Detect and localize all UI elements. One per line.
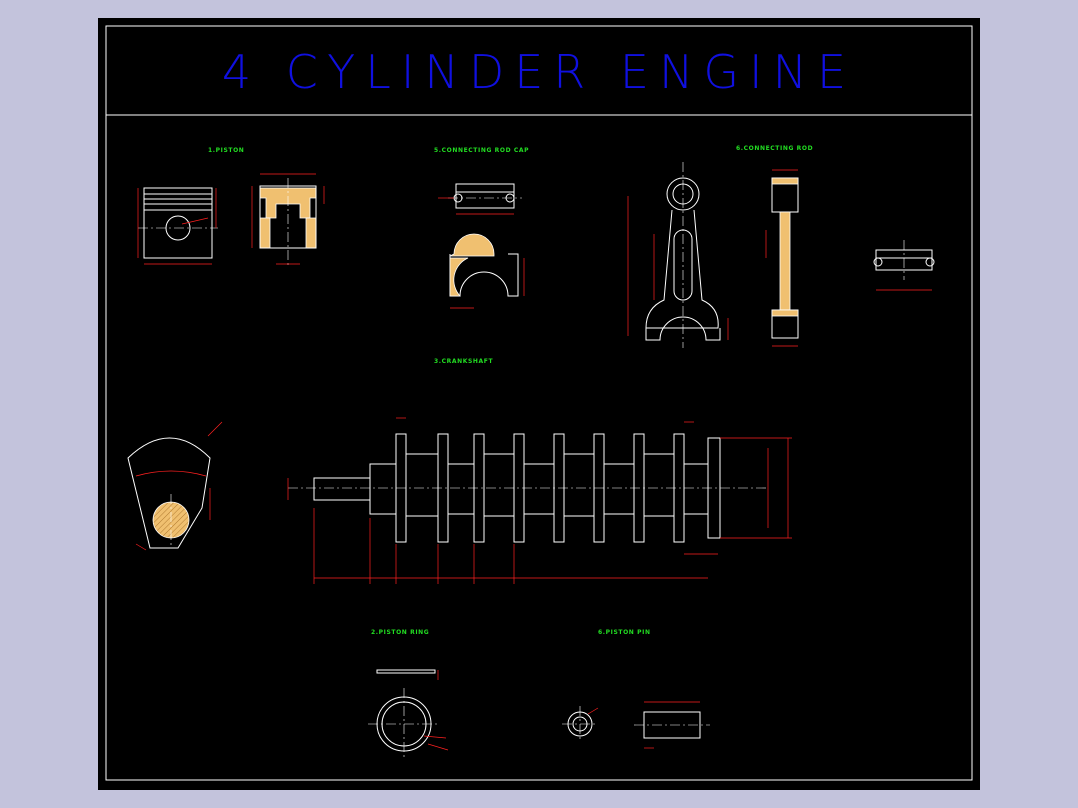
label-crankshaft: 3.CRANKSHAFT [434, 358, 493, 365]
label-piston: 1.PISTON [208, 147, 244, 154]
piston-ring-views [368, 669, 449, 760]
crankshaft-side-view [287, 417, 792, 584]
label-connecting-rod: 6.CONNECTING ROD [736, 145, 813, 152]
drawing-title: 4 CYLINDER ENGINE [222, 45, 856, 99]
piston-front-view [137, 187, 218, 265]
label-connecting-rod-cap: 5.CONNECTING ROD CAP [434, 147, 529, 154]
connecting-rod-bolt-view [873, 240, 935, 291]
piston-pin-views [562, 701, 710, 749]
outer-border [105, 25, 973, 781]
connecting-rod-side-view [765, 169, 799, 347]
rod-cap-top-view [438, 183, 522, 215]
engine-drawing: 4 CYLINDER ENGINE 1.PISTON 5.CONNECTING … [105, 25, 973, 781]
label-piston-pin: 6.PISTON PIN [598, 629, 651, 636]
piston-section-view [251, 173, 325, 268]
rod-cap-section-view [449, 233, 525, 309]
connecting-rod-front-view [627, 162, 729, 348]
label-piston-ring: 2.PISTON RING [371, 629, 429, 636]
crankshaft-end-view [127, 421, 223, 551]
drawing-sheet: 4 CYLINDER ENGINE 1.PISTON 5.CONNECTING … [98, 18, 980, 790]
